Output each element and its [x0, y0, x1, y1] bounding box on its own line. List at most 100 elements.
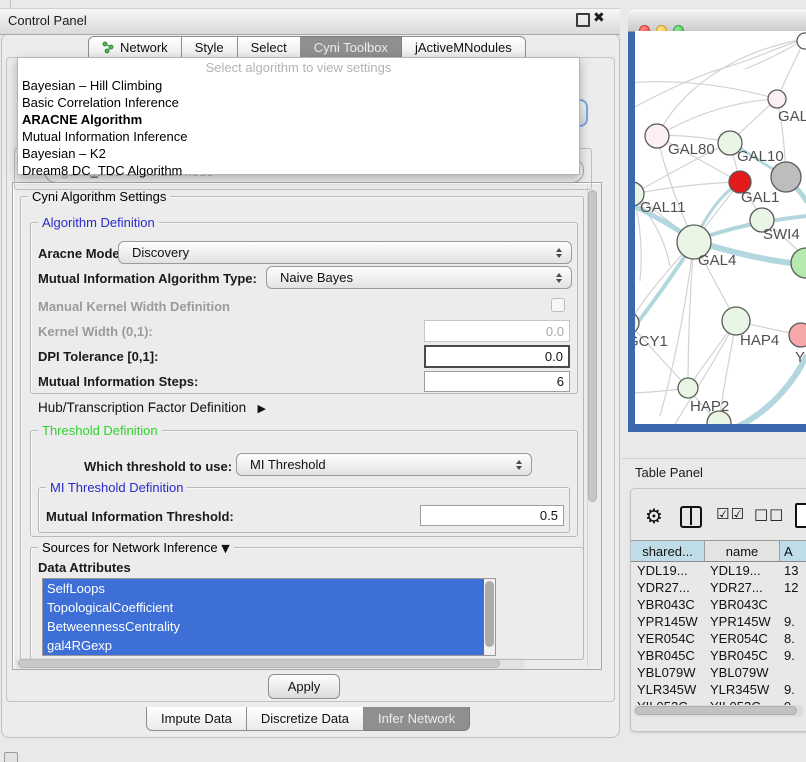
- unchecked-columns-icon[interactable]: □□: [754, 505, 784, 523]
- table-row[interactable]: YBR045C YBR045C 9.: [631, 648, 806, 665]
- table-row[interactable]: YER054C YER054C 8.: [631, 631, 806, 648]
- tab-jactivemnodules[interactable]: jActiveMNodules: [402, 36, 526, 58]
- kernel-width-field[interactable]: [424, 320, 570, 342]
- mi-algorithm-type-label: Mutual Information Algorithm Type:: [38, 271, 257, 286]
- network-node-top[interactable]: [797, 33, 806, 49]
- mi-steps-field[interactable]: [424, 371, 570, 392]
- checked-columns-icon[interactable]: ☑☑: [716, 505, 745, 523]
- kernel-width-label: Kernel Width (0,1):: [38, 324, 153, 339]
- network-canvas: GAL GAL80 GAL10 GAL1 GAL11 SWI4 GAL4 GCY…: [635, 31, 806, 424]
- network-node-hap4[interactable]: [722, 307, 750, 335]
- combo-arrows-icon: [556, 273, 562, 283]
- gear-icon[interactable]: ⚙: [645, 504, 663, 528]
- table-row[interactable]: YLR345W YLR345W 9.: [631, 682, 806, 699]
- list-vertical-scrollbar[interactable]: [484, 579, 496, 655]
- tab-discretize-data[interactable]: Discretize Data: [247, 707, 364, 731]
- network-node-right-green[interactable]: [791, 248, 806, 278]
- float-window-button[interactable]: [576, 13, 590, 27]
- node-label-gal4: GAL4: [698, 252, 736, 269]
- table-horizontal-scrollbar-thumb[interactable]: [635, 706, 797, 715]
- settings-horizontal-scrollbar-thumb[interactable]: [18, 659, 500, 668]
- dropdown-prompt: Select algorithm to view settings: [18, 60, 579, 75]
- network-node-salmon[interactable]: [789, 323, 806, 347]
- settings-vertical-scrollbar-thumb[interactable]: [588, 190, 597, 502]
- hub-transcription-factor-expander[interactable]: Hub/Transcription Factor Definition ▶: [38, 399, 266, 417]
- tab-impute-data[interactable]: Impute Data: [146, 707, 247, 731]
- node-label-y: Y: [795, 349, 805, 366]
- network-node-gal80[interactable]: [645, 124, 669, 148]
- mi-threshold-field[interactable]: [420, 505, 564, 526]
- node-label-hap2: HAP2: [690, 398, 729, 415]
- table-row[interactable]: YDL19... YDL19... 13: [631, 563, 806, 580]
- dpi-tolerance-label: DPI Tolerance [0,1]:: [38, 349, 158, 364]
- list-item-topologicalcoefficient[interactable]: TopologicalCoefficient: [43, 598, 487, 617]
- dpi-tolerance-field[interactable]: [424, 345, 570, 368]
- apply-button[interactable]: Apply: [268, 674, 340, 699]
- tab-select[interactable]: Select: [238, 36, 301, 58]
- list-item-betweennesscentrality[interactable]: BetweennessCentrality: [43, 617, 487, 636]
- node-label-gal1: GAL1: [741, 189, 779, 206]
- combo-arrows-icon: [556, 248, 562, 258]
- manual-kernel-width-label: Manual Kernel Width Definition: [38, 299, 230, 314]
- expand-down-icon: ▼: [221, 542, 229, 555]
- network-icon: [102, 41, 115, 54]
- column-header-shared-name[interactable]: shared...: [631, 540, 705, 562]
- tab-cyni-toolbox[interactable]: Cyni Toolbox: [301, 36, 402, 58]
- desktop: Control Panel ✖ Network Style Select Cyn…: [0, 0, 806, 762]
- network-node-hap2[interactable]: [678, 378, 698, 398]
- tab-network-label: Network: [120, 40, 168, 55]
- sources-expander[interactable]: Sources for Network Inference ▼: [38, 540, 234, 555]
- node-label-hap4: HAP4: [740, 332, 779, 349]
- tab-style[interactable]: Style: [182, 36, 238, 58]
- close-icon[interactable]: ✖: [593, 10, 605, 26]
- mi-algorithm-type-combo[interactable]: Naive Bayes: [266, 266, 572, 289]
- control-panel-tabs: Network Style Select Cyni Toolbox jActiv…: [88, 36, 526, 58]
- column-header-third[interactable]: A: [780, 540, 806, 562]
- list-item-selfloops[interactable]: SelfLoops: [43, 579, 487, 598]
- manual-kernel-width-checkbox[interactable]: [551, 298, 565, 312]
- table-row[interactable]: YBL079W YBL079W: [631, 665, 806, 682]
- list-item-gal4rgexp[interactable]: gal4RGexp: [43, 636, 487, 655]
- threshold-definition-title: Threshold Definition: [38, 423, 162, 438]
- dropdown-item-bayesian-k2[interactable]: Bayesian – K2: [22, 145, 572, 162]
- table-row[interactable]: YBR043C YBR043C: [631, 597, 806, 614]
- dropdown-item-mutual-information[interactable]: Mutual Information Inference: [22, 128, 572, 145]
- aracne-mode-label: Aracne Mode:: [38, 246, 124, 261]
- mi-threshold-label: Mutual Information Threshold:: [46, 509, 234, 524]
- data-attributes-list: SelfLoops TopologicalCoefficient Between…: [42, 578, 496, 656]
- dropdown-item-dream8[interactable]: Dream8 DC_TDC Algorithm: [22, 162, 572, 179]
- dropdown-item-basic-correlation[interactable]: Basic Correlation Inference: [22, 94, 572, 111]
- mi-threshold-definition-title: MI Threshold Definition: [46, 480, 187, 495]
- dropdown-item-bayesian-hill-climbing[interactable]: Bayesian – Hill Climbing: [22, 77, 572, 94]
- which-threshold-combo[interactable]: MI Threshold: [236, 453, 532, 476]
- data-attributes-label: Data Attributes: [38, 560, 131, 575]
- tab-infer-network[interactable]: Infer Network: [364, 707, 470, 731]
- divider: [10, 0, 11, 8]
- control-panel-title: Control Panel: [8, 13, 87, 28]
- list-vertical-scrollbar-thumb[interactable]: [485, 581, 494, 647]
- collapsed-panel-icon[interactable]: [4, 752, 18, 762]
- which-threshold-label: Which threshold to use:: [84, 459, 232, 474]
- table-row[interactable]: YDR27... YDR27... 12: [631, 580, 806, 597]
- table-row[interactable]: YPR145W YPR145W 9.: [631, 614, 806, 631]
- network-window-titlebar: [628, 10, 806, 32]
- bottom-tabs: Impute Data Discretize Data Infer Networ…: [146, 707, 470, 731]
- tab-network[interactable]: Network: [88, 36, 182, 58]
- algorithm-dropdown-list: Select algorithm to view settings Bayesi…: [17, 57, 580, 175]
- network-node-gal7[interactable]: [768, 90, 786, 108]
- document-icon[interactable]: [795, 503, 806, 528]
- network-node-gcy1[interactable]: [635, 312, 639, 334]
- column-header-name[interactable]: name: [705, 540, 780, 562]
- network-node-gray[interactable]: [771, 162, 801, 192]
- node-label-gal7: GAL: [778, 108, 806, 125]
- mi-steps-label: Mutual Information Steps:: [38, 374, 198, 389]
- table-panel-title: Table Panel: [635, 465, 703, 480]
- algorithm-definition-title: Algorithm Definition: [38, 215, 159, 230]
- cyni-settings-group-title: Cyni Algorithm Settings: [28, 189, 170, 204]
- split-pane-divider: [690, 508, 693, 525]
- aracne-mode-combo[interactable]: Discovery: [118, 241, 572, 264]
- node-label-gal11: GAL11: [640, 199, 686, 216]
- split-pane-icon[interactable]: [680, 506, 702, 528]
- control-panel-titlebar: [0, 8, 620, 35]
- dropdown-item-aracne[interactable]: ARACNE Algorithm: [22, 111, 572, 128]
